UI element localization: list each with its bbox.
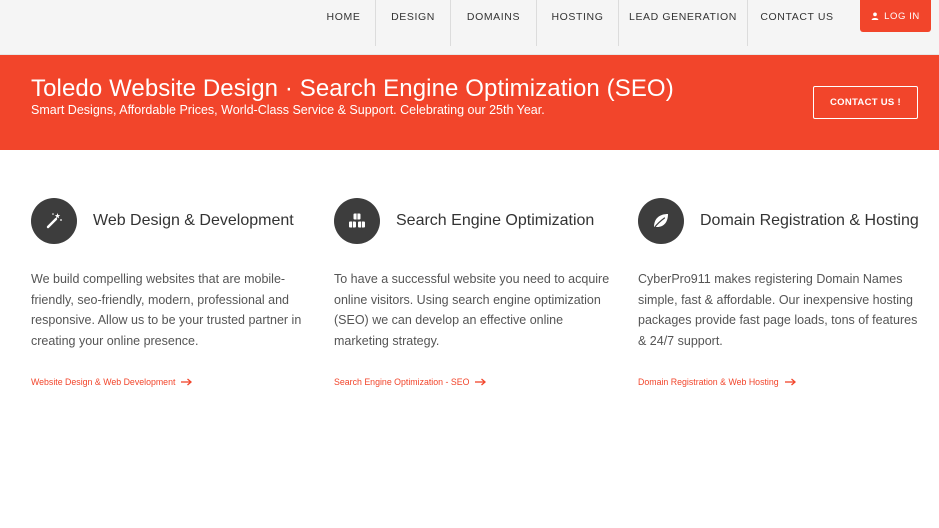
nav-item-design[interactable]: DESIGN [376, 0, 451, 46]
magic-wand-icon [31, 198, 77, 244]
contact-us-button[interactable]: CONTACT US ! [813, 86, 918, 119]
feature-link-label: Website Design & Web Development [31, 377, 176, 387]
feature-description: CyberPro911 makes registering Domain Nam… [638, 272, 918, 349]
nav-item-hosting[interactable]: HOSTING [537, 0, 619, 46]
nav-item-domains[interactable]: DOMAINS [451, 0, 537, 46]
nav-item-contact-us[interactable]: CONTACT US [748, 0, 846, 46]
arrow-right-icon [784, 378, 796, 386]
nav-item-lead-generation[interactable]: LEAD GENERATION [619, 0, 748, 46]
feature-domain-hosting: Domain Registration & Hosting CyberPro91… [638, 198, 919, 387]
feature-web-design: Web Design & Development We build compel… [31, 198, 311, 387]
feature-title: Domain Registration & Hosting [700, 212, 919, 229]
main-nav: HOME DESIGN DOMAINS HOSTING LEAD GENERAT… [312, 0, 846, 46]
feature-seo: Search Engine Optimization To have a suc… [334, 198, 614, 387]
login-button[interactable]: LOG IN [860, 0, 931, 32]
feature-title: Search Engine Optimization [396, 212, 595, 229]
user-icon [871, 12, 879, 20]
arrow-right-icon [181, 378, 193, 386]
cubes-icon [334, 198, 380, 244]
feature-link-label: Search Engine Optimization - SEO [334, 377, 470, 387]
login-label: LOG IN [884, 10, 920, 22]
feature-title: Web Design & Development [93, 212, 294, 229]
feature-link-seo[interactable]: Search Engine Optimization - SEO [334, 377, 487, 387]
feature-link-web-design[interactable]: Website Design & Web Development [31, 377, 193, 387]
feature-description: To have a successful website you need to… [334, 272, 610, 349]
hero-subtitle: Smart Designs, Affordable Prices, World-… [31, 103, 545, 117]
top-navigation-bar: HOME DESIGN DOMAINS HOSTING LEAD GENERAT… [0, 0, 939, 55]
hero-banner: Toledo Website Design · Search Engine Op… [0, 55, 939, 150]
hero-title: Toledo Website Design · Search Engine Op… [31, 75, 674, 102]
feature-link-label: Domain Registration & Web Hosting [638, 377, 779, 387]
feature-link-domain-hosting[interactable]: Domain Registration & Web Hosting [638, 377, 796, 387]
arrow-right-icon [475, 378, 487, 386]
nav-item-home[interactable]: HOME [312, 0, 376, 46]
leaf-icon [638, 198, 684, 244]
feature-description: We build compelling websites that are mo… [31, 272, 302, 349]
